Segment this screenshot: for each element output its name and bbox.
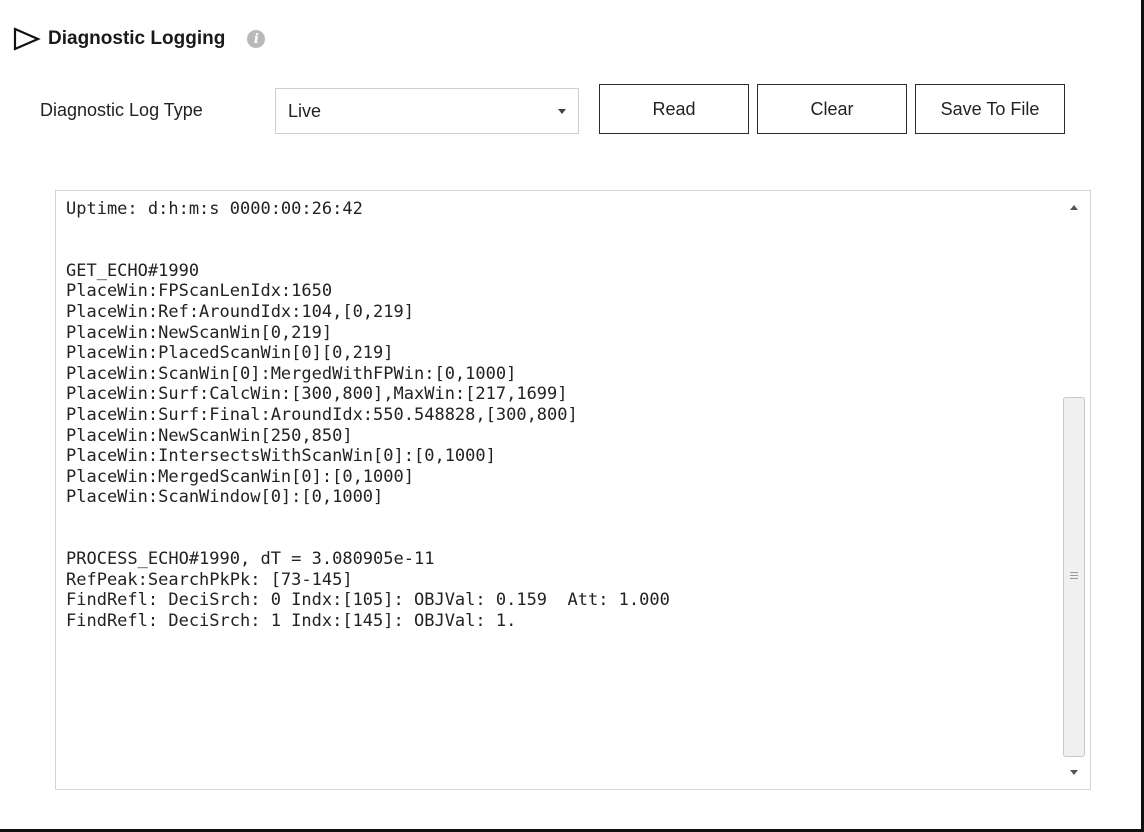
log-line: RefPeak:SearchPkPk: [73-145] [66,569,353,590]
log-line: PlaceWin:PlacedScanWin[0][0,219] [66,343,394,364]
log-type-label: Diagnostic Log Type [40,100,203,120]
log-line: GET_ECHO#1990 [66,260,200,281]
log-line: PlaceWin:NewScanWin[250,850] [66,425,353,446]
scroll-up-arrow-icon[interactable] [1070,205,1078,210]
log-line: PlaceWin:Ref:AroundIdx:104,[0,219] [66,301,414,322]
log-line: PlaceWin:ScanWindow[0]:[0,1000] [66,487,384,508]
log-line: FindRefl: DeciSrch: 0 Indx:[105]: OBJVal… [66,590,670,611]
section-title: Diagnostic Logging [48,28,226,49]
chevron-down-icon [558,109,566,114]
log-line: PROCESS_ECHO#1990, dT = 3.080905e-11 [66,549,435,570]
log-line: FindRefl: DeciSrch: 1 Indx:[145]: OBJVal… [66,610,517,631]
log-text: Uptime: d:h:m:s 0000:00:26:42 GET_ECHO#1… [66,199,1056,631]
section-header[interactable]: Diagnostic Logging i [12,24,266,54]
scroll-down-arrow-icon[interactable] [1070,770,1078,775]
save-to-file-button[interactable]: Save To File [915,84,1065,134]
log-line: PlaceWin:IntersectsWithScanWin[0]:[0,100… [66,446,496,467]
log-line: PlaceWin:Surf:CalcWin:[300,800],MaxWin:[… [66,384,568,405]
diagnostic-logging-panel: Diagnostic Logging i Diagnostic Log Type… [0,0,1144,832]
log-line: Uptime: d:h:m:s 0000:00:26:42 [66,199,363,219]
vertical-scrollbar[interactable] [1060,191,1090,789]
log-line: PlaceWin:ScanWin[0]:MergedWithFPWin:[0,1… [66,363,517,384]
grip-icon [1070,572,1078,581]
log-type-selected-value: Live [288,101,322,121]
log-output-area[interactable]: Uptime: d:h:m:s 0000:00:26:42 GET_ECHO#1… [55,190,1091,790]
scrollbar-thumb[interactable] [1063,397,1085,757]
log-line: PlaceWin:MergedScanWin[0]:[0,1000] [66,466,414,487]
log-line: PlaceWin:Surf:Final:AroundIdx:550.548828… [66,404,578,425]
log-type-dropdown[interactable]: Live [275,88,579,134]
read-button[interactable]: Read [599,84,749,134]
log-line: PlaceWin:NewScanWin[0,219] [66,322,333,343]
log-line: PlaceWin:FPScanLenIdx:1650 [66,281,333,302]
info-icon[interactable]: i [247,30,266,48]
clear-button[interactable]: Clear [757,84,907,134]
expand-triangle-icon[interactable] [12,26,42,52]
